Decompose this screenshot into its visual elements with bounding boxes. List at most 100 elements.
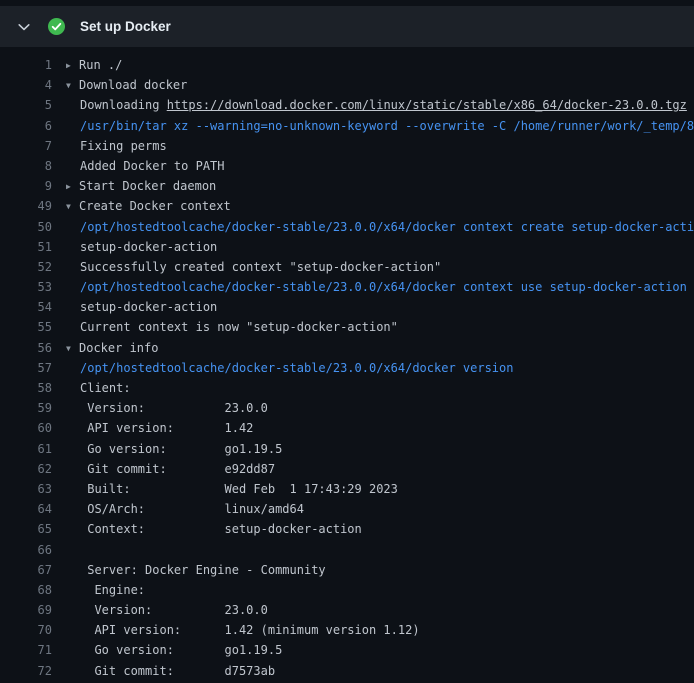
log-line: 6/usr/bin/tar xz --warning=no-unknown-ke… <box>0 116 694 136</box>
log-line: 71 Go version: go1.19.5 <box>0 640 694 660</box>
line-number[interactable]: 54 <box>0 297 66 317</box>
group-title: Docker info <box>79 341 158 355</box>
log-line-text: API version: 1.42 (minimum version 1.12) <box>66 620 694 640</box>
success-check-icon <box>48 18 65 35</box>
line-number[interactable]: 49 <box>0 196 66 216</box>
chevron-down-icon[interactable] <box>16 19 32 35</box>
line-number[interactable]: 68 <box>0 580 66 600</box>
line-number[interactable]: 59 <box>0 398 66 418</box>
step-header[interactable]: Set up Docker <box>0 6 694 47</box>
log-line-text <box>66 540 694 560</box>
line-number[interactable]: 4 <box>0 75 66 95</box>
line-number[interactable]: 71 <box>0 640 66 660</box>
log-line: 59 Version: 23.0.0 <box>0 398 694 418</box>
log-line-text: Built: Wed Feb 1 17:43:29 2023 <box>66 479 694 499</box>
log-line-text: Current context is now "setup-docker-act… <box>66 317 694 337</box>
group-title: Run ./ <box>79 58 122 72</box>
log-line: 72 Git commit: d7573ab <box>0 661 694 681</box>
log-line-text: /opt/hostedtoolcache/docker-stable/23.0.… <box>66 358 694 378</box>
line-number[interactable]: 51 <box>0 237 66 257</box>
line-number[interactable]: 66 <box>0 540 66 560</box>
group-title: Start Docker daemon <box>79 179 216 193</box>
log-line-text: /opt/hostedtoolcache/docker-stable/23.0.… <box>66 217 694 237</box>
log-group-line[interactable]: 49▼Create Docker context <box>0 196 694 216</box>
log-line: 53/opt/hostedtoolcache/docker-stable/23.… <box>0 277 694 297</box>
log-line: 54setup-docker-action <box>0 297 694 317</box>
line-number[interactable]: 6 <box>0 116 66 136</box>
log-line: 58Client: <box>0 378 694 398</box>
log-line: 5Downloading https://download.docker.com… <box>0 95 694 115</box>
command-text: /usr/bin/tar xz --warning=no-unknown-key… <box>80 119 694 133</box>
line-number[interactable]: 53 <box>0 277 66 297</box>
log-line: 65 Context: setup-docker-action <box>0 519 694 539</box>
line-number[interactable]: 56 <box>0 338 66 358</box>
command-text: /opt/hostedtoolcache/docker-stable/23.0.… <box>80 220 694 234</box>
log-line-text: Go version: go1.19.5 <box>66 640 694 660</box>
log-line-text: ▶Start Docker daemon <box>66 176 694 196</box>
log-line-text: /usr/bin/tar xz --warning=no-unknown-key… <box>66 116 694 136</box>
line-number[interactable]: 52 <box>0 257 66 277</box>
log-line: 66 <box>0 540 694 560</box>
command-text: /opt/hostedtoolcache/docker-stable/23.0.… <box>80 280 687 294</box>
log-line: 57/opt/hostedtoolcache/docker-stable/23.… <box>0 358 694 378</box>
line-number[interactable]: 63 <box>0 479 66 499</box>
line-number[interactable]: 61 <box>0 439 66 459</box>
line-number[interactable]: 57 <box>0 358 66 378</box>
log-viewer: 1▶Run ./4▼Download docker5Downloading ht… <box>0 47 694 681</box>
collapse-triangle-icon[interactable]: ▼ <box>66 339 79 358</box>
log-line: 55Current context is now "setup-docker-a… <box>0 317 694 337</box>
log-line: 60 API version: 1.42 <box>0 418 694 438</box>
log-line: 63 Built: Wed Feb 1 17:43:29 2023 <box>0 479 694 499</box>
line-number[interactable]: 72 <box>0 661 66 681</box>
log-line-text: setup-docker-action <box>66 237 694 257</box>
line-number[interactable]: 60 <box>0 418 66 438</box>
line-number[interactable]: 70 <box>0 620 66 640</box>
line-number[interactable]: 65 <box>0 519 66 539</box>
log-line: 70 API version: 1.42 (minimum version 1.… <box>0 620 694 640</box>
log-line-text: Downloading https://download.docker.com/… <box>66 95 694 115</box>
line-number[interactable]: 55 <box>0 317 66 337</box>
log-line: 52Successfully created context "setup-do… <box>0 257 694 277</box>
line-number[interactable]: 5 <box>0 95 66 115</box>
line-number[interactable]: 1 <box>0 55 66 75</box>
log-group-line[interactable]: 1▶Run ./ <box>0 55 694 75</box>
log-line-text: Context: setup-docker-action <box>66 519 694 539</box>
log-line-text: API version: 1.42 <box>66 418 694 438</box>
log-group-line[interactable]: 4▼Download docker <box>0 75 694 95</box>
line-number[interactable]: 67 <box>0 560 66 580</box>
log-line: 50/opt/hostedtoolcache/docker-stable/23.… <box>0 217 694 237</box>
log-line: 7Fixing perms <box>0 136 694 156</box>
log-line-text: Fixing perms <box>66 136 694 156</box>
line-number[interactable]: 50 <box>0 217 66 237</box>
expand-triangle-icon[interactable]: ▶ <box>66 177 79 196</box>
line-number[interactable]: 58 <box>0 378 66 398</box>
log-line-text: Engine: <box>66 580 694 600</box>
log-line-text: Git commit: d7573ab <box>66 661 694 681</box>
log-line-text: Client: <box>66 378 694 398</box>
log-line: 62 Git commit: e92dd87 <box>0 459 694 479</box>
log-line-text: Added Docker to PATH <box>66 156 694 176</box>
log-line: 61 Go version: go1.19.5 <box>0 439 694 459</box>
log-line: 69 Version: 23.0.0 <box>0 600 694 620</box>
line-number[interactable]: 8 <box>0 156 66 176</box>
log-group-line[interactable]: 56▼Docker info <box>0 338 694 358</box>
collapse-triangle-icon[interactable]: ▼ <box>66 76 79 95</box>
line-number[interactable]: 7 <box>0 136 66 156</box>
log-url-link[interactable]: https://download.docker.com/linux/static… <box>167 98 687 112</box>
log-line-text: /opt/hostedtoolcache/docker-stable/23.0.… <box>66 277 694 297</box>
log-line-text: setup-docker-action <box>66 297 694 317</box>
command-text: /opt/hostedtoolcache/docker-stable/23.0.… <box>80 361 513 375</box>
line-number[interactable]: 64 <box>0 499 66 519</box>
collapse-triangle-icon[interactable]: ▼ <box>66 197 79 216</box>
step-title: Set up Docker <box>80 19 171 34</box>
log-line: 68 Engine: <box>0 580 694 600</box>
line-number[interactable]: 69 <box>0 600 66 620</box>
log-line: 51setup-docker-action <box>0 237 694 257</box>
log-group-line[interactable]: 9▶Start Docker daemon <box>0 176 694 196</box>
log-line-text: Successfully created context "setup-dock… <box>66 257 694 277</box>
log-line-text: OS/Arch: linux/amd64 <box>66 499 694 519</box>
line-number[interactable]: 9 <box>0 176 66 196</box>
log-line: 67 Server: Docker Engine - Community <box>0 560 694 580</box>
line-number[interactable]: 62 <box>0 459 66 479</box>
expand-triangle-icon[interactable]: ▶ <box>66 56 79 75</box>
